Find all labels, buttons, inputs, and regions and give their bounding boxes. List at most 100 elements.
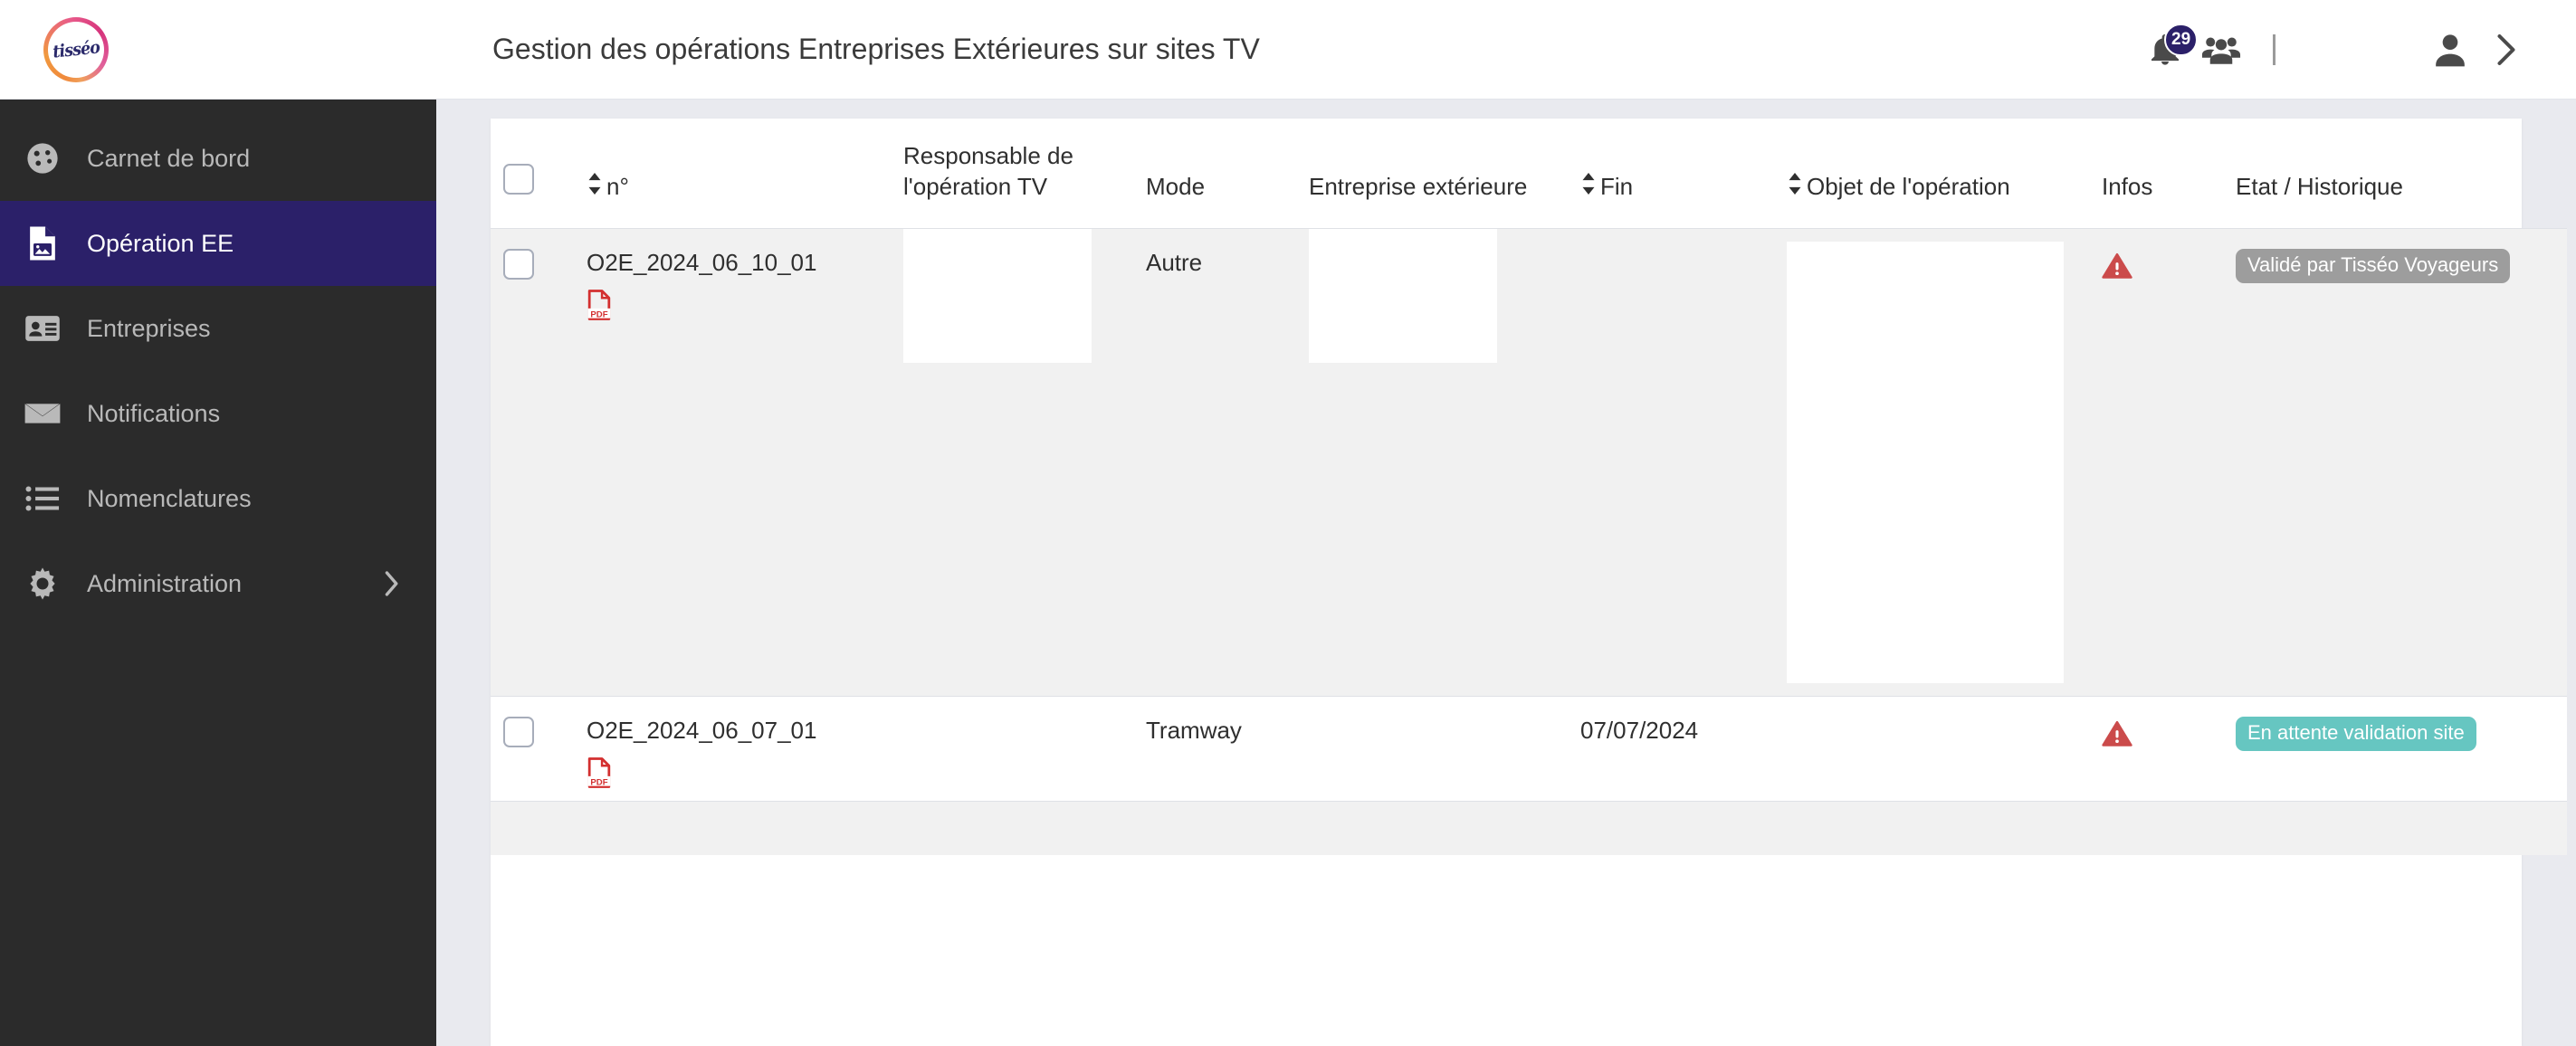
sidebar-item-notifications[interactable]: Notifications [0, 371, 436, 456]
table-row[interactable]: O2E_2024_06_07_01 PDF Tramway 07/07/2024… [491, 695, 2567, 802]
header-label: Fin [1600, 173, 1634, 201]
cell-entreprise [1296, 227, 1568, 697]
header-etat: Etat / Historique [2223, 119, 2567, 228]
cell-objet [1774, 800, 2089, 856]
cell-objet [1774, 695, 2089, 802]
header-objet[interactable]: Objet de l'opération [1774, 119, 2089, 228]
cell-fin: 07/07/2024 [1568, 695, 1774, 802]
redacted-block [1787, 241, 2064, 683]
cell-mode: Autre [1133, 227, 1296, 697]
row-select-cell [491, 227, 574, 697]
header-divider [2273, 33, 2275, 65]
pdf-icon[interactable]: PDF [587, 289, 878, 320]
operations-table: n° Responsable de l'opération TV Mode En… [491, 119, 2567, 856]
user-account-button[interactable] [2422, 22, 2478, 78]
sort-arrows-icon [1582, 173, 1595, 195]
table-header-row: n° Responsable de l'opération TV Mode En… [491, 119, 2567, 228]
sidebar-item-entreprises[interactable]: Entreprises [0, 286, 436, 371]
sidebar-item-label: Notifications [87, 399, 221, 427]
header-label: Etat / Historique [2236, 173, 2403, 201]
svg-text:PDF: PDF [590, 309, 607, 319]
user-icon [2436, 33, 2465, 66]
operations-table-card: n° Responsable de l'opération TV Mode En… [491, 119, 2567, 1046]
header-infos: Infos [2089, 119, 2223, 228]
envelope-icon [18, 400, 67, 427]
cell-etat [2223, 800, 2567, 856]
header-label: Mode [1146, 173, 1206, 201]
users-group-button[interactable] [2193, 22, 2249, 78]
notifications-bell-button[interactable]: 29 [2137, 22, 2199, 78]
cell-responsable [891, 695, 1133, 802]
row-checkbox[interactable] [503, 248, 534, 280]
tisseo-logo[interactable]: tisséo [43, 16, 109, 82]
sidebar-navigation: Carnet de bord Opération EE Entreprises … [0, 100, 436, 1046]
cell-num[interactable]: O2E_2024_06_07_01 PDF [574, 695, 891, 802]
sidebar-submenu-chevron-icon[interactable] [382, 569, 402, 598]
chevron-right-icon [2497, 33, 2515, 65]
people-icon [2201, 36, 2241, 64]
logo-text: tisséo [52, 36, 100, 62]
row-select-cell [491, 695, 574, 802]
sidebar-item-operation-ee[interactable]: Opération EE [0, 201, 436, 286]
row-checkbox[interactable] [503, 716, 534, 747]
top-header-bar: tisséo Gestion des opérations Entreprise… [0, 0, 2576, 100]
cell-entreprise [1296, 695, 1568, 802]
sidebar-item-label: Nomenclatures [87, 484, 252, 512]
logo-area[interactable]: tisséo [0, 0, 436, 100]
account-expand-button[interactable] [2478, 22, 2534, 78]
cell-responsable [891, 800, 1133, 856]
cell-infos [2089, 695, 2223, 802]
cell-mode [1133, 800, 1296, 856]
main-content-area: n° Responsable de l'opération TV Mode En… [436, 100, 2576, 1046]
status-badge[interactable]: En attente validation site [2236, 716, 2476, 751]
cell-num [574, 800, 891, 856]
sort-arrows-icon [1789, 173, 1801, 195]
redacted-block [1309, 228, 1497, 363]
sidebar-item-label: Carnet de bord [87, 144, 251, 172]
cell-entreprise [1296, 800, 1568, 856]
document-image-icon [18, 225, 67, 262]
warning-icon[interactable] [2102, 252, 2210, 280]
cell-objet [1774, 227, 2089, 697]
header-responsable: Responsable de l'opération TV [891, 119, 1133, 228]
header-label: Objet de l'opération [1807, 173, 2010, 201]
cell-etat: En attente validation site [2223, 695, 2567, 802]
list-icon [18, 485, 67, 512]
warning-icon[interactable] [2102, 720, 2210, 747]
header-num[interactable]: n° [574, 119, 891, 228]
cell-infos [2089, 800, 2223, 856]
sort-arrows-icon [588, 173, 601, 195]
table-row[interactable]: O2E_2024_06_10_01 PDF Autre Validé par T… [491, 227, 2567, 697]
header-mode: Mode [1133, 119, 1296, 228]
operation-number: O2E_2024_06_07_01 [587, 716, 817, 744]
cell-infos [2089, 227, 2223, 697]
sidebar-item-nomenclatures[interactable]: Nomenclatures [0, 456, 436, 541]
sidebar-item-carnet-de-bord[interactable]: Carnet de bord [0, 116, 436, 201]
status-badge[interactable]: Validé par Tisséo Voyageurs [2236, 248, 2511, 283]
sidebar-item-label: Opération EE [87, 229, 234, 257]
pdf-icon[interactable]: PDF [587, 756, 878, 788]
sidebar-item-administration[interactable]: Administration [0, 541, 436, 626]
header-label: Responsable de l'opération TV [903, 142, 1073, 201]
select-all-checkbox[interactable] [503, 164, 534, 195]
operation-number: O2E_2024_06_10_01 [587, 248, 817, 276]
dashboard-icon [18, 141, 67, 176]
sidebar-item-label: Entreprises [87, 314, 211, 342]
header-entreprise: Entreprise extérieure [1296, 119, 1568, 228]
header-label: Entreprise extérieure [1309, 173, 1528, 201]
table-row[interactable] [491, 800, 2567, 856]
cell-etat: Validé par Tisséo Voyageurs [2223, 227, 2567, 697]
cell-fin [1568, 800, 1774, 856]
cell-responsable [891, 227, 1133, 697]
cell-num[interactable]: O2E_2024_06_10_01 PDF [574, 227, 891, 697]
header-select-all [491, 119, 574, 228]
header-label: Infos [2102, 173, 2153, 201]
row-select-cell [491, 800, 574, 856]
gear-icon [18, 566, 67, 601]
id-card-icon [18, 314, 67, 343]
svg-text:PDF: PDF [590, 777, 607, 787]
page-title: Gestion des opérations Entreprises Extér… [492, 33, 1260, 65]
redacted-block [903, 228, 1092, 363]
header-fin[interactable]: Fin [1568, 119, 1774, 228]
header-actions: 29 [2137, 0, 2576, 100]
